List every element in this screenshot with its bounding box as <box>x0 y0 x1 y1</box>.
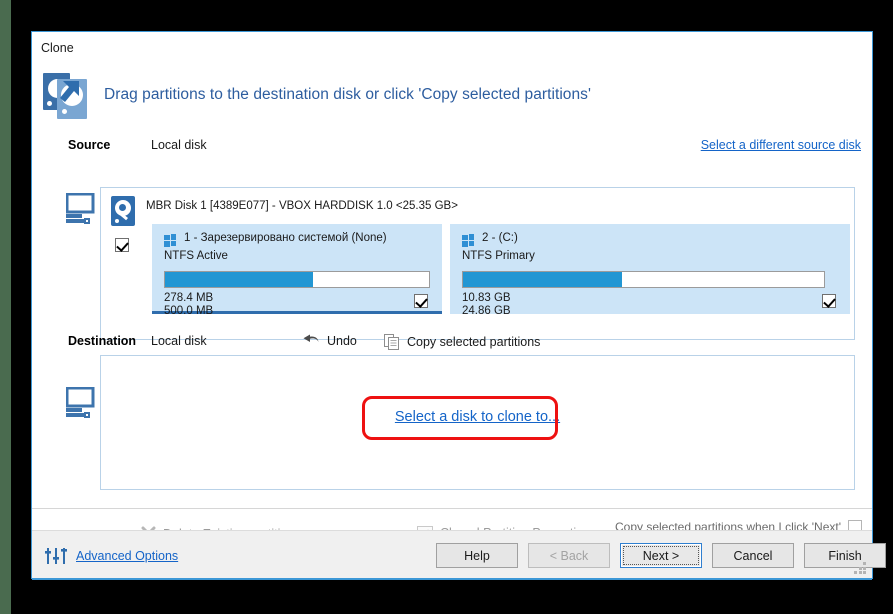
next-button[interactable]: Next > <box>620 543 702 568</box>
partition-2-checkbox[interactable] <box>822 294 836 313</box>
source-disk-title: MBR Disk 1 [4389E077] - VBOX HARDDISK 1.… <box>146 200 458 212</box>
source-sublabel: Local disk <box>151 138 207 152</box>
undo-button[interactable]: Undo <box>303 334 357 348</box>
back-button[interactable]: < Back <box>528 543 610 568</box>
windows-logo-icon <box>164 234 177 247</box>
help-button[interactable]: Help <box>436 543 518 568</box>
partition-1-checkbox[interactable] <box>414 294 428 313</box>
copy-selected-partitions-button[interactable]: Copy selected partitions <box>384 334 540 350</box>
destination-disk-panel[interactable]: Select a disk to clone to... <box>100 355 855 490</box>
partition-1-used: 278.4 MB <box>164 292 213 305</box>
destination-computer-monitor-icon <box>66 387 104 419</box>
partition-1-sizes: 278.4 MB 500.0 MB <box>164 292 213 317</box>
divider-above-partition-tools <box>32 508 872 509</box>
partition-2-used: 10.83 GB <box>462 292 511 305</box>
undo-arrow-icon <box>303 334 320 348</box>
partition-2-filesystem: NTFS Primary <box>462 250 535 262</box>
hard-disk-icon <box>111 196 135 226</box>
select-disk-to-clone-to-link[interactable]: Select a disk to clone to... <box>395 409 560 425</box>
advanced-options-button[interactable]: Advanced Options <box>45 546 178 566</box>
destination-label: Destination <box>68 334 136 348</box>
dialog-header: Drag partitions to the destination disk … <box>32 64 872 126</box>
partition-2-name: 2 - (C:) <box>482 232 518 244</box>
clone-disks-arrow-icon <box>43 73 95 119</box>
partition-1-filesystem: NTFS Active <box>164 250 228 262</box>
advanced-options-link[interactable]: Advanced Options <box>76 549 178 563</box>
desktop-edge-strip <box>0 0 11 614</box>
copy-documents-icon <box>384 334 400 350</box>
undo-label: Undo <box>327 334 357 348</box>
source-disk-panel: MBR Disk 1 [4389E077] - VBOX HARDDISK 1.… <box>100 187 855 340</box>
screen: Clone Drag partitions to the destination… <box>0 0 893 614</box>
windows-logo-icon <box>462 234 475 247</box>
resize-grip[interactable] <box>854 562 867 575</box>
header-message: Drag partitions to the destination disk … <box>104 86 591 104</box>
window-bottom-border <box>32 578 872 580</box>
clone-dialog-window: Clone Drag partitions to the destination… <box>31 31 873 579</box>
destination-sublabel: Local disk <box>151 334 207 348</box>
partition-1-usage-bar <box>164 271 430 288</box>
partition-1[interactable]: 1 - Зарезервировано системой (None) NTFS… <box>152 224 442 314</box>
source-computer-monitor-icon <box>66 193 104 225</box>
partition-2-sizes: 10.83 GB 24.86 GB <box>462 292 511 317</box>
source-label: Source <box>68 138 110 152</box>
cancel-button[interactable]: Cancel <box>712 543 794 568</box>
sliders-icon <box>45 546 67 566</box>
finish-button[interactable]: Finish <box>804 543 886 568</box>
partition-2-usage-bar <box>462 271 825 288</box>
partition-2-usage-fill <box>463 272 622 287</box>
partition-2[interactable]: 2 - (C:) NTFS Primary 10.83 GB 24.86 GB <box>450 224 850 314</box>
source-disk-checkbox[interactable] <box>115 238 129 257</box>
partition-1-total: 500.0 MB <box>164 305 213 318</box>
dialog-footer: Advanced Options Help < Back Next > Canc… <box>32 530 872 579</box>
select-different-source-disk-link[interactable]: Select a different source disk <box>701 138 861 152</box>
partition-1-name: 1 - Зарезервировано системой (None) <box>184 232 387 244</box>
copy-selected-partitions-label: Copy selected partitions <box>407 335 540 349</box>
partition-2-total: 24.86 GB <box>462 305 511 318</box>
partition-1-usage-fill <box>165 272 313 287</box>
window-title: Clone <box>41 41 74 55</box>
